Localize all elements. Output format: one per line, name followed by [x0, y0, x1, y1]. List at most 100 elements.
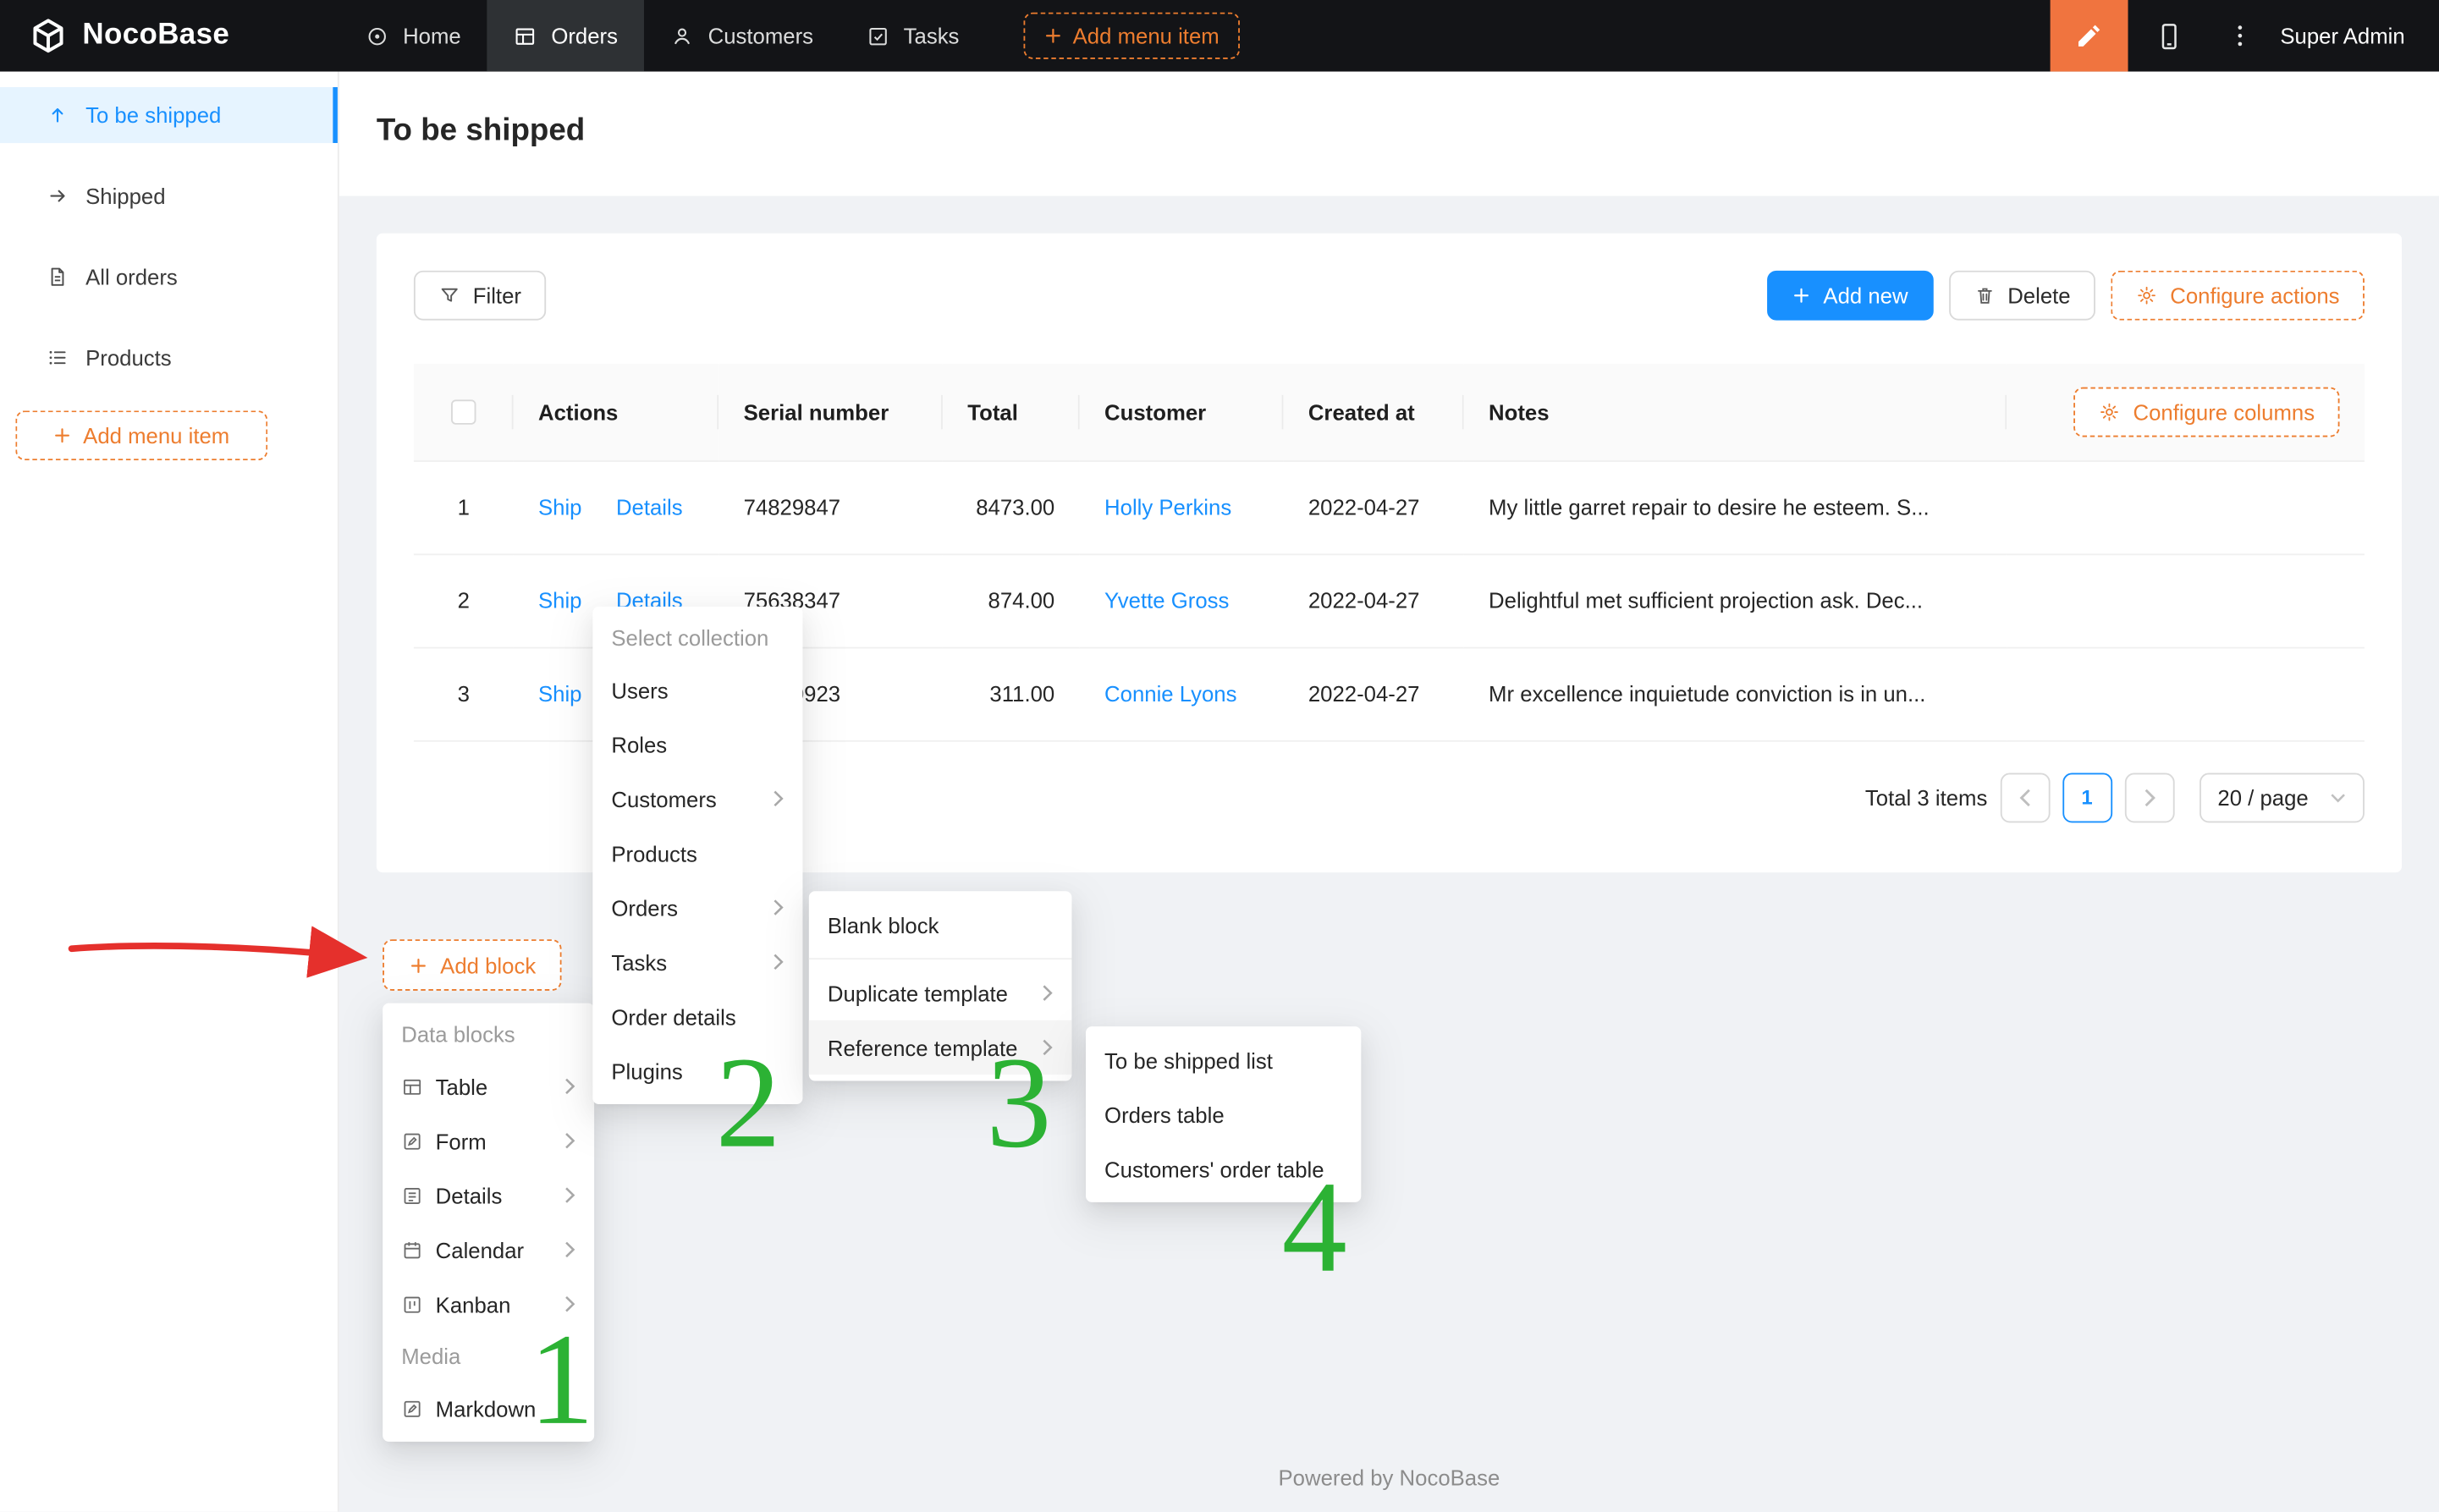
menu-item-label: Roles — [611, 732, 667, 756]
menu-item-table[interactable]: Table — [383, 1059, 594, 1113]
menu-item-customers[interactable]: Customers — [592, 772, 802, 826]
menu-item-order-details[interactable]: Order details — [592, 989, 802, 1043]
ship-link[interactable]: Ship — [538, 588, 582, 613]
menu-item-roles[interactable]: Roles — [592, 717, 802, 771]
row-index: 1 — [414, 460, 514, 553]
form-icon — [401, 1130, 423, 1152]
customer-link[interactable]: Holly Perkins — [1104, 495, 1231, 520]
column-header-notes: Notes — [1464, 364, 2007, 460]
menu-item-form[interactable]: Form — [383, 1113, 594, 1168]
menu-item-label: Plugins — [611, 1058, 682, 1083]
menu-group-data-blocks: Data blocks — [383, 1009, 594, 1059]
sidebar-item-to-be-shipped[interactable]: To be shipped — [0, 87, 338, 143]
sidebar-add-menu-item-button[interactable]: Add menu item — [15, 410, 267, 460]
customer-link[interactable]: Connie Lyons — [1104, 681, 1236, 706]
row-index: 2 — [414, 553, 514, 646]
sidebar-item-label: Shipped — [85, 184, 165, 208]
list-icon — [47, 347, 69, 369]
chevron-right-icon — [1043, 985, 1054, 1002]
menu-item-reference-template[interactable]: Reference template — [809, 1020, 1072, 1075]
nav-item-home[interactable]: Home — [339, 0, 487, 72]
menu-item-label: Customers' order table — [1104, 1157, 1324, 1181]
column-header-customer: Customer — [1080, 364, 1284, 460]
menu-item-markdown[interactable]: Markdown — [383, 1381, 594, 1435]
configure-columns-button[interactable]: Configure columns — [2074, 387, 2340, 437]
more-options-icon[interactable] — [2211, 0, 2267, 72]
menu-item-label: Form — [436, 1129, 487, 1153]
menu-item-products[interactable]: Products — [592, 826, 802, 880]
menu-item-orders[interactable]: Orders — [592, 880, 802, 934]
select-collection-menu: Select collection Users Roles Customers … — [592, 607, 802, 1104]
user-icon — [671, 24, 695, 47]
ship-link[interactable]: Ship — [538, 681, 582, 706]
menu-item-label: Table — [436, 1074, 488, 1098]
total-cell: 311.00 — [943, 647, 1080, 740]
menu-item-users[interactable]: Users — [592, 663, 802, 717]
home-icon — [366, 24, 389, 47]
menu-item-label: To be shipped list — [1104, 1047, 1273, 1072]
menu-item-tasks[interactable]: Tasks — [592, 935, 802, 989]
menu-item-customers-order-table[interactable]: Customers' order table — [1086, 1141, 1361, 1196]
customer-link[interactable]: Yvette Gross — [1104, 588, 1229, 613]
nav-item-orders[interactable]: Orders — [487, 0, 644, 72]
created-cell: 2022-04-27 — [1283, 553, 1463, 646]
trash-icon — [1974, 284, 1996, 306]
delete-button[interactable]: Delete — [1948, 271, 2095, 321]
serial-cell: 74829847 — [718, 460, 943, 553]
check-square-icon — [867, 24, 890, 47]
ui-editor-button[interactable] — [2050, 0, 2128, 72]
nav-item-label: Home — [403, 24, 461, 48]
chevron-right-icon — [564, 1241, 575, 1258]
filter-button[interactable]: Filter — [414, 271, 546, 321]
configure-actions-button[interactable]: Configure actions — [2111, 271, 2365, 321]
previous-page-button[interactable] — [2000, 772, 2050, 822]
sidebar-item-all-orders[interactable]: All orders — [0, 249, 338, 305]
row-index: 3 — [414, 647, 514, 740]
select-all-checkbox[interactable] — [451, 400, 476, 425]
sidebar-item-shipped[interactable]: Shipped — [0, 168, 338, 224]
sidebar-item-label: All orders — [85, 264, 178, 289]
page-number-button[interactable]: 1 — [2062, 772, 2112, 822]
screen: NocoBase Home Orders — [0, 0, 2439, 1512]
filter-button-label: Filter — [473, 283, 521, 308]
chevron-right-icon — [774, 954, 785, 970]
menu-item-calendar[interactable]: Calendar — [383, 1223, 594, 1277]
logo-text: NocoBase — [82, 19, 229, 52]
menu-item-orders-table[interactable]: Orders table — [1086, 1087, 1361, 1141]
markdown-icon — [401, 1398, 423, 1420]
plus-icon — [1043, 26, 1062, 45]
add-block-button[interactable]: Add block — [383, 939, 562, 991]
menu-item-label: Customers — [611, 786, 716, 811]
menu-item-details[interactable]: Details — [383, 1168, 594, 1222]
add-new-button[interactable]: Add new — [1767, 271, 1933, 321]
ship-link[interactable]: Ship — [538, 495, 582, 520]
next-page-button[interactable] — [2124, 772, 2174, 822]
menu-item-label: Orders — [611, 895, 678, 920]
kanban-icon — [401, 1293, 423, 1315]
configure-columns-label: Configure columns — [2133, 399, 2315, 424]
sidebar-item-products[interactable]: Products — [0, 330, 338, 386]
chevron-right-icon — [564, 1078, 575, 1095]
menu-item-blank-block[interactable]: Blank block — [809, 898, 1072, 952]
chevron-right-icon — [564, 1132, 575, 1149]
table-toolbar: Filter Add new Delete — [414, 271, 2365, 321]
nav-add-menu-item-button[interactable]: Add menu item — [1023, 13, 1240, 59]
sidebar-item-label: Products — [85, 345, 172, 370]
logo-cube-icon — [28, 15, 69, 56]
user-menu[interactable]: Super Admin — [2268, 24, 2439, 48]
menu-item-duplicate-template[interactable]: Duplicate template — [809, 965, 1072, 1020]
arrow-up-icon — [47, 104, 69, 126]
nav-item-label: Customers — [708, 24, 813, 48]
column-header-actions: Actions — [514, 364, 719, 460]
configure-actions-label: Configure actions — [2170, 283, 2339, 308]
menu-item-plugins[interactable]: Plugins — [592, 1043, 802, 1097]
nav-item-customers[interactable]: Customers — [644, 0, 840, 72]
page-size-select[interactable]: 20 / page — [2199, 772, 2365, 822]
nav-item-tasks[interactable]: Tasks — [840, 0, 985, 72]
menu-item-to-be-shipped-list[interactable]: To be shipped list — [1086, 1032, 1361, 1086]
nav-add-menu-item-label: Add menu item — [1073, 24, 1220, 48]
page-title: To be shipped — [377, 109, 2402, 152]
details-link[interactable]: Details — [616, 495, 683, 520]
menu-item-kanban[interactable]: Kanban — [383, 1277, 594, 1331]
mobile-device-icon[interactable] — [2128, 0, 2211, 72]
